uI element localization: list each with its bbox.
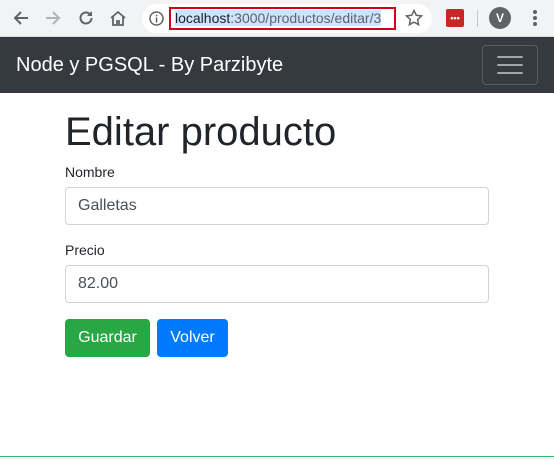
toolbar-divider [477, 10, 478, 27]
hamburger-icon-bar [497, 56, 523, 58]
back-icon[interactable] [9, 6, 33, 30]
address-bar[interactable]: localhost:3000/productos/editar/3 [169, 7, 396, 30]
kebab-menu-icon[interactable] [528, 8, 542, 28]
info-icon[interactable] [148, 10, 165, 27]
browser-toolbar: localhost:3000/productos/editar/3 ••• V [0, 0, 554, 37]
reload-icon[interactable] [74, 6, 98, 30]
navbar-toggler-button[interactable] [482, 45, 538, 85]
url-path: :3000/productos/editar/3 [230, 10, 382, 26]
back-button[interactable]: Volver [157, 319, 228, 357]
page-title: Editar producto [65, 110, 337, 154]
nombre-input[interactable] [65, 187, 489, 225]
hamburger-icon-bar [497, 64, 523, 66]
precio-input[interactable] [65, 265, 489, 303]
profile-icon[interactable]: V [489, 7, 511, 29]
star-icon[interactable] [404, 8, 424, 28]
extension-icon[interactable]: ••• [446, 9, 464, 27]
navbar-brand[interactable]: Node y PGSQL - By Parzibyte [16, 53, 283, 77]
app-navbar: Node y PGSQL - By Parzibyte [0, 37, 554, 93]
precio-label: Precio [65, 242, 105, 258]
save-button[interactable]: Guardar [65, 319, 150, 357]
url-host: localhost [175, 10, 231, 26]
nombre-label: Nombre [65, 164, 115, 180]
forward-icon[interactable] [41, 6, 65, 30]
hamburger-icon-bar [497, 72, 523, 74]
home-icon[interactable] [106, 6, 130, 30]
